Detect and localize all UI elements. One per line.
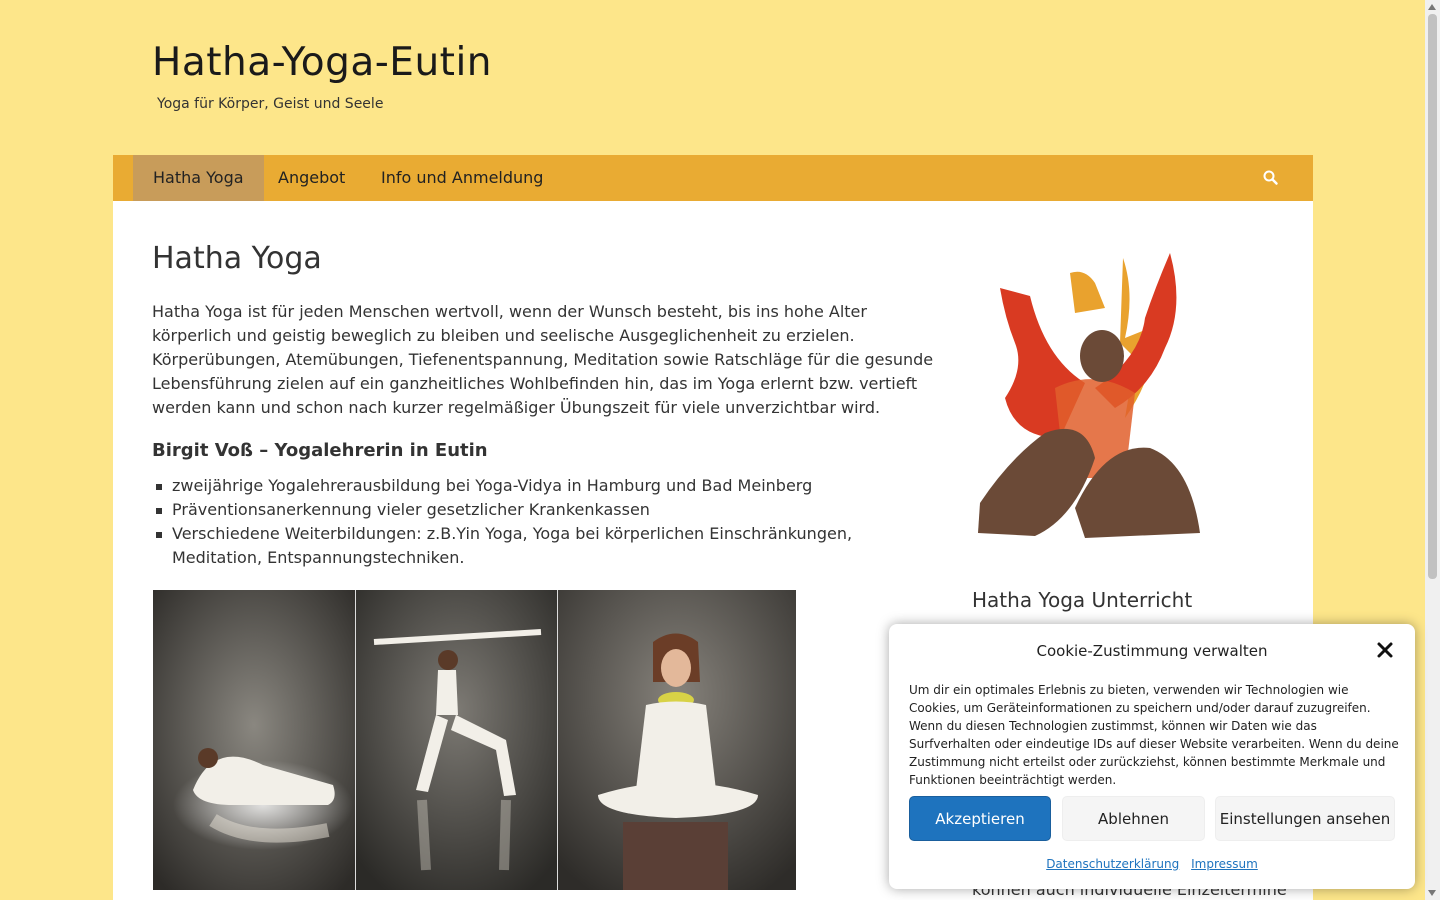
qualification-list: zweijährige Yogalehrerausbildung bei Yog… <box>156 474 932 570</box>
page-scrollbar[interactable] <box>1425 0 1440 900</box>
scroll-up-arrow-icon[interactable] <box>1428 4 1436 10</box>
list-item: zweijährige Yogalehrerausbildung bei Yog… <box>156 474 932 498</box>
list-item: Präventionsanerkennung vieler gesetzlich… <box>156 498 932 522</box>
nav-item-angebot[interactable]: Angebot <box>258 155 365 201</box>
yoga-photo-strip <box>153 590 796 890</box>
teacher-heading: Birgit Voß – Yogalehrerin in Eutin <box>152 440 488 461</box>
intro-paragraph-1: Hatha Yoga ist für jeden Menschen wertvo… <box>152 302 867 345</box>
intro-text: Hatha Yoga ist für jeden Menschen wertvo… <box>152 300 942 420</box>
cookie-links: Datenschutzerklärung Impressum <box>889 857 1415 871</box>
scroll-thumb[interactable] <box>1428 14 1437 579</box>
privacy-policy-link[interactable]: Datenschutzerklärung <box>1046 857 1179 871</box>
photo-seated-meditation <box>557 590 796 890</box>
photo-warrior-pose <box>355 590 557 890</box>
scroll-down-arrow-icon[interactable] <box>1428 890 1436 896</box>
intro-paragraph-2: Körperübungen, Atemübungen, Tiefenentspa… <box>152 350 934 417</box>
view-preferences-button[interactable]: Einstellungen ansehen <box>1215 796 1395 841</box>
sidebar-heading: Hatha Yoga Unterricht <box>972 588 1193 612</box>
photo-forward-bend <box>153 590 355 890</box>
deny-button[interactable]: Ablehnen <box>1062 796 1205 841</box>
imprint-link[interactable]: Impressum <box>1191 857 1258 871</box>
search-icon[interactable] <box>1262 169 1280 187</box>
yoga-figure-logo <box>975 248 1207 543</box>
cookie-dialog-text: Um dir ein optimales Erlebnis zu bieten,… <box>909 683 1399 787</box>
main-navigation: Hatha Yoga Angebot Info und Anmeldung <box>113 155 1313 201</box>
nav-item-info-anmeldung[interactable]: Info und Anmeldung <box>361 155 563 201</box>
cookie-dialog-title: Cookie-Zustimmung verwalten <box>1036 642 1268 660</box>
close-icon[interactable] <box>1376 641 1394 659</box>
nav-item-hatha-yoga[interactable]: Hatha Yoga <box>133 155 264 201</box>
site-header: Hatha-Yoga-Eutin Yoga für Körper, Geist … <box>0 0 1425 155</box>
site-tagline: Yoga für Körper, Geist und Seele <box>157 96 384 112</box>
site-title[interactable]: Hatha-Yoga-Eutin <box>152 40 492 85</box>
accept-button[interactable]: Akzeptieren <box>909 796 1051 841</box>
cookie-consent-dialog: Cookie-Zustimmung verwalten Um dir ein o… <box>889 624 1415 889</box>
page-title: Hatha Yoga <box>152 241 322 276</box>
list-item: Verschiedene Weiterbildungen: z.B.Yin Yo… <box>156 522 932 570</box>
